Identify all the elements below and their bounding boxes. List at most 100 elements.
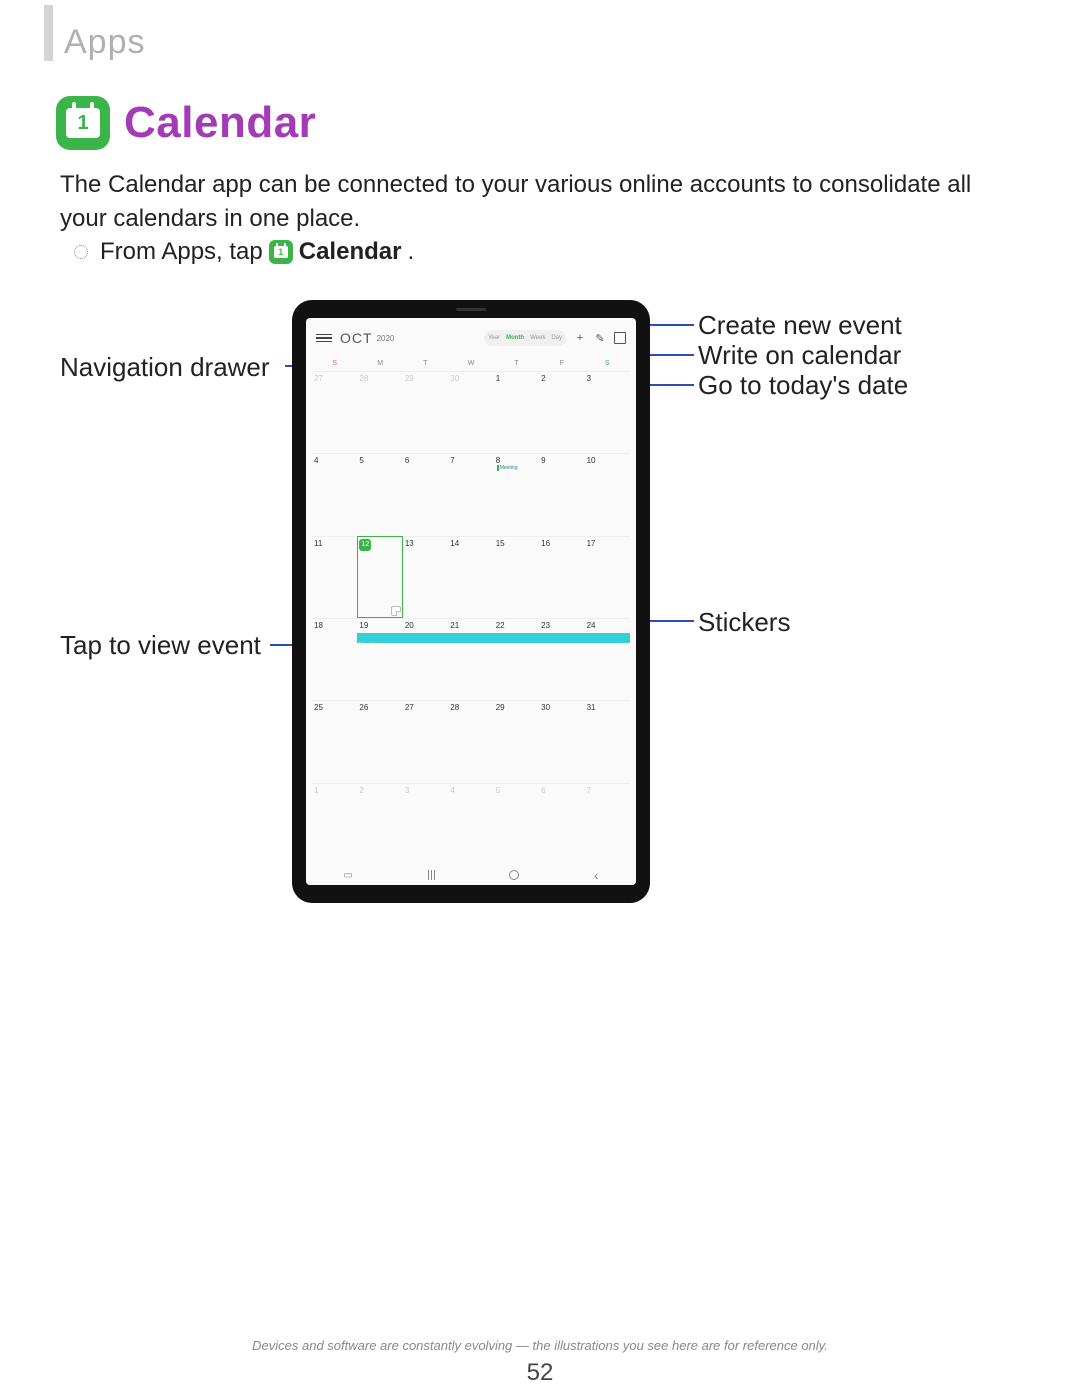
day-number: 19 [359,621,368,630]
calendar-day-cell[interactable]: 7 [448,453,493,535]
page-title-row: 1 Calendar [56,96,316,150]
day-number: 25 [314,703,323,712]
nav-home-icon[interactable] [509,870,519,880]
day-number: 22 [496,621,505,630]
day-number: 8 [496,456,500,465]
calendar-day-cell[interactable]: 17 [585,536,630,618]
multi-day-event-bar[interactable]: Vacation [357,633,630,643]
calendar-day-cell[interactable]: 27 [312,371,357,453]
nav-back-icon[interactable] [594,867,599,883]
calendar-day-cell[interactable]: 15 [494,536,539,618]
event-chip[interactable]: Meeting [497,465,539,471]
day-number: 27 [405,703,414,712]
dow-cell: M [357,360,402,367]
calendar-day-cell[interactable]: 14 [448,536,493,618]
calendar-day-cell[interactable]: 22 [494,618,539,700]
day-number: 30 [450,374,459,383]
calendar-day-cell[interactable]: 11 [312,536,357,618]
calendar-day-cell[interactable]: 4 [312,453,357,535]
hamburger-menu-icon[interactable] [316,334,332,343]
calendar-day-cell[interactable]: 29 [403,371,448,453]
calendar-day-cell[interactable]: 28 [357,371,402,453]
calendar-day-cell[interactable]: 25 [312,700,357,782]
day-number: 5 [359,456,363,465]
day-number: 27 [314,374,323,383]
view-segmented-control[interactable]: Year Month Week Day [484,330,566,346]
calendar-day-cell[interactable]: 10 [585,453,630,535]
add-event-icon[interactable]: + [574,332,586,344]
calendar-day-cell[interactable]: 1 [312,783,357,865]
view-day[interactable]: Day [551,335,562,341]
day-number: 26 [359,703,368,712]
calendar-day-cell[interactable]: 20 [403,618,448,700]
current-month-label: OCT [340,330,373,346]
instruction-text: From Apps, tap 1 Calendar. [100,238,414,266]
day-number: 6 [405,456,409,465]
calendar-day-cell[interactable]: 7 [585,783,630,865]
day-number: 4 [314,456,318,465]
sticker-icon[interactable] [391,606,401,616]
calendar-day-cell[interactable]: 16 [539,536,584,618]
dow-cell: S [585,360,630,367]
day-number: 1 [314,786,318,795]
calendar-day-cell[interactable]: 30 [539,700,584,782]
calendar-day-cell[interactable]: 24 [585,618,630,700]
day-number: 4 [450,786,454,795]
top-action-icons: + ✎ [574,332,626,344]
calendar-day-cell[interactable]: 23 [539,618,584,700]
calendar-day-cell[interactable]: 31 [585,700,630,782]
view-week[interactable]: Week [530,335,545,341]
day-number: 2 [359,786,363,795]
today-icon[interactable] [614,332,626,344]
day-number: 20 [405,621,414,630]
calendar-day-cell[interactable]: 13 [403,536,448,618]
calendar-day-cell[interactable]: 26 [357,700,402,782]
calendar-day-cell[interactable]: 6 [403,453,448,535]
calendar-day-cell[interactable]: 4 [448,783,493,865]
tablet-screen: OCT 2020 Year Month Week Day + ✎ S M T [306,318,636,885]
day-number: 7 [450,456,454,465]
calendar-day-cell[interactable]: 18 [312,618,357,700]
nav-screenshot-icon[interactable] [343,870,352,881]
instruction-row: From Apps, tap 1 Calendar. [74,238,414,266]
day-number: 10 [587,456,596,465]
day-number: 7 [587,786,591,795]
calendar-day-cell[interactable]: 5 [357,453,402,535]
calendar-day-cell[interactable]: 12 [357,536,402,618]
tablet-device: OCT 2020 Year Month Week Day + ✎ S M T [292,300,650,903]
calendar-day-cell[interactable]: 2 [357,783,402,865]
calendar-day-cell[interactable]: 1 [494,371,539,453]
day-number: 17 [587,539,596,548]
view-year[interactable]: Year [488,335,500,341]
calendar-day-cell[interactable]: 19 [357,618,402,700]
calendar-day-cell[interactable]: 3 [585,371,630,453]
calendar-day-cell[interactable]: 8Meeting [494,453,539,535]
day-number: 12 [359,539,371,551]
calendar-day-cell[interactable]: 21 [448,618,493,700]
calendar-day-cell[interactable]: 2 [539,371,584,453]
calendar-day-cell[interactable]: 3 [403,783,448,865]
day-number: 3 [405,786,409,795]
dow-cell: T [494,360,539,367]
pencil-icon[interactable]: ✎ [594,332,606,344]
day-number: 31 [587,703,596,712]
calendar-day-cell[interactable]: 30 [448,371,493,453]
day-number: 1 [496,374,500,383]
callout-write-on-calendar: Write on calendar [698,340,901,371]
calendar-day-cell[interactable]: 29 [494,700,539,782]
callout-navigation-drawer: Navigation drawer [60,352,270,383]
callout-go-to-today: Go to today's date [698,370,908,401]
disclaimer-text: Devices and software are constantly evol… [0,1338,1080,1353]
day-number: 18 [314,621,323,630]
calendar-day-cell[interactable]: 27 [403,700,448,782]
calendar-day-cell[interactable]: 6 [539,783,584,865]
nav-recents-icon[interactable] [428,870,435,880]
intro-paragraph: The Calendar app can be connected to you… [60,168,1020,236]
day-number: 14 [450,539,459,548]
view-month[interactable]: Month [506,335,524,341]
calendar-day-cell[interactable]: 28 [448,700,493,782]
event-bar-label: Vacation [357,642,378,648]
calendar-day-cell[interactable]: 5 [494,783,539,865]
breadcrumb-text: Apps [64,23,146,62]
calendar-day-cell[interactable]: 9 [539,453,584,535]
